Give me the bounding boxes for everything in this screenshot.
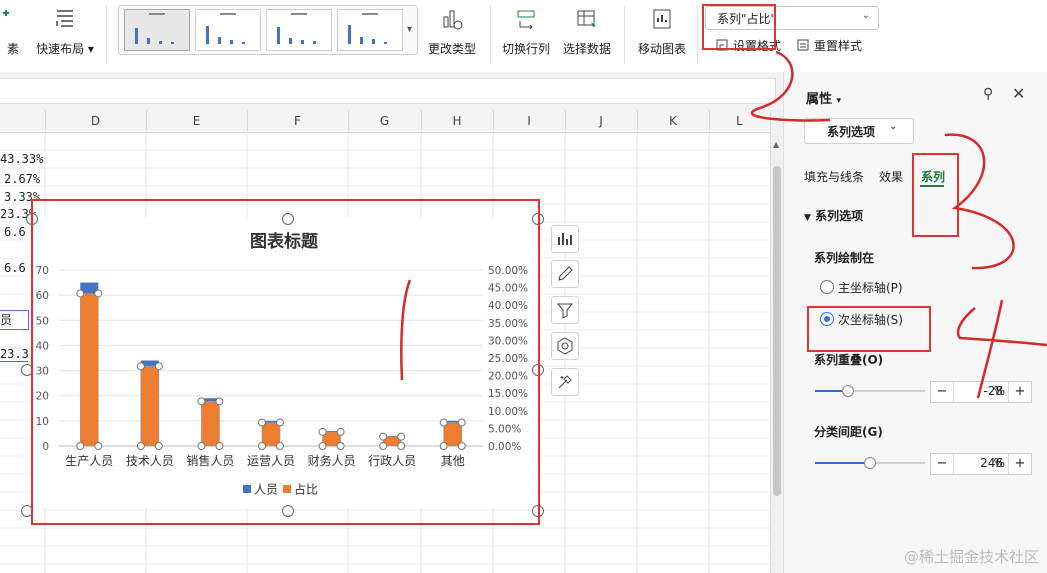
- select-data-icon: [577, 10, 596, 27]
- quick-layout-label: 快速布局 ▾: [36, 42, 94, 56]
- overlap-label: 系列重叠(O): [814, 353, 884, 367]
- scroll-up-icon[interactable]: ▲: [773, 140, 779, 149]
- chart-style-button[interactable]: [551, 260, 579, 288]
- ribbon-toolbar: 素 快速布局 ▾ ▾ 更改类型 切换行列 选择数据 移动图表 系列"占比" ⌄ …: [0, 0, 1047, 73]
- switch-row-col-button[interactable]: 切换行列: [500, 4, 552, 66]
- reset-style-icon: [797, 39, 809, 51]
- chart-style-thumb[interactable]: [195, 9, 261, 51]
- cell-value[interactable]: 6.6: [4, 261, 26, 275]
- chevron-down-icon: ⌄: [889, 121, 898, 132]
- chart-style-icon: [558, 266, 573, 281]
- gap-width-label: 分类间距(G): [814, 425, 883, 439]
- column-header-f[interactable]: F: [247, 110, 349, 132]
- column-header-g[interactable]: G: [348, 110, 422, 132]
- formula-input[interactable]: [0, 78, 776, 104]
- change-chart-type-icon: [443, 10, 463, 30]
- decrement-button[interactable]: −: [931, 382, 954, 402]
- chart-style-gallery: ▾: [118, 5, 418, 55]
- tab-fill-line[interactable]: 填充与线条: [804, 168, 864, 185]
- chart-filter-button[interactable]: [551, 296, 579, 324]
- close-icon[interactable]: ✕: [1012, 84, 1025, 103]
- quick-tools-icon: [558, 375, 572, 389]
- column-header-i[interactable]: I: [493, 110, 566, 132]
- annotation-box-chart: [31, 199, 540, 525]
- column-header-j[interactable]: J: [565, 110, 638, 132]
- quick-layout-button[interactable]: 快速布局 ▾: [34, 4, 96, 66]
- chart-settings-icon: [557, 337, 573, 355]
- overlap-slider[interactable]: [815, 385, 925, 397]
- slider-knob[interactable]: [864, 457, 876, 469]
- watermark: @稀土掘金技术社区: [903, 548, 1039, 566]
- decrement-button[interactable]: −: [931, 454, 954, 474]
- cell-value[interactable]: 6.6: [4, 225, 26, 239]
- column-header-d[interactable]: D: [45, 110, 147, 132]
- collapse-triangle-icon: ▼: [804, 213, 811, 223]
- quick-layout-icon: [56, 10, 73, 27]
- select-data-label: 选择数据: [562, 42, 611, 56]
- scrollbar-thumb[interactable]: [773, 166, 781, 496]
- unit-label: %: [993, 456, 1005, 470]
- annotation-box-series-tab: [912, 153, 959, 237]
- chart-settings-button[interactable]: [551, 332, 579, 360]
- series-options-dropdown[interactable]: 系列选项 ⌄: [804, 118, 914, 144]
- series-options-dropdown-label: 系列选项: [827, 125, 876, 139]
- add-chart-element-button[interactable]: 素: [0, 4, 26, 66]
- annotation-box-series-select: [702, 4, 776, 50]
- overlap-stepper[interactable]: − -28 % +: [930, 381, 1032, 403]
- change-type-button[interactable]: 更改类型: [426, 4, 478, 66]
- series-options-section[interactable]: ▼ 系列选项: [804, 207, 863, 224]
- chart-element-icon: [3, 10, 9, 16]
- chart-style-thumb[interactable]: [124, 9, 190, 51]
- cell-value[interactable]: 23.3: [0, 347, 29, 362]
- increment-button[interactable]: +: [1008, 454, 1031, 474]
- gap-width-stepper[interactable]: − 246 % +: [930, 453, 1032, 475]
- column-header-row: D E F G H I J K L: [0, 110, 770, 133]
- increment-button[interactable]: +: [1008, 382, 1031, 402]
- annotation-box-secondary-axis: [807, 306, 931, 352]
- add-chart-element-label: 素: [6, 42, 19, 56]
- change-type-label: 更改类型: [427, 42, 476, 56]
- column-header-l[interactable]: L: [709, 110, 770, 132]
- reset-style-label: 重置样式: [814, 38, 863, 53]
- gap-width-slider[interactable]: [815, 457, 925, 469]
- cell-value[interactable]: 2.67%: [4, 172, 40, 186]
- switch-row-col-label: 切换行列: [501, 42, 550, 56]
- primary-axis-radio[interactable]: [820, 280, 834, 294]
- chevron-down-icon: ⌄: [861, 10, 870, 21]
- chevron-down-icon: ▾: [836, 96, 842, 106]
- select-data-button[interactable]: 选择数据: [561, 4, 613, 66]
- pin-icon[interactable]: ⚲: [983, 86, 993, 102]
- move-chart-label: 移动图表: [637, 42, 686, 56]
- column-header-e[interactable]: E: [146, 110, 248, 132]
- chart-elements-icon: [558, 233, 572, 245]
- chart-style-thumb[interactable]: [337, 9, 403, 51]
- chart-style-thumb[interactable]: [266, 9, 332, 51]
- formula-bar: [0, 72, 783, 111]
- cell-value[interactable]: 员: [0, 310, 29, 330]
- gallery-expand-icon[interactable]: ▾: [407, 24, 412, 35]
- chart-filter-icon: [556, 303, 574, 319]
- primary-axis-label[interactable]: 主坐标轴(P): [838, 279, 903, 296]
- plot-on-label: 系列绘制在: [814, 251, 875, 265]
- pane-title[interactable]: 属性 ▾: [806, 88, 841, 107]
- column-header[interactable]: [0, 110, 46, 132]
- column-header-h[interactable]: H: [421, 110, 494, 132]
- slider-knob[interactable]: [842, 385, 854, 397]
- column-header-k[interactable]: K: [637, 110, 710, 132]
- unit-label: %: [993, 384, 1005, 398]
- switch-row-col-icon: [517, 10, 535, 30]
- cell-value[interactable]: 43.33%: [0, 152, 43, 166]
- tab-effects[interactable]: 效果: [879, 168, 903, 185]
- move-chart-button[interactable]: 移动图表: [636, 4, 688, 66]
- vertical-scrollbar[interactable]: ▲: [770, 110, 784, 573]
- move-chart-icon: [653, 9, 671, 29]
- quick-tools-button[interactable]: [551, 368, 579, 396]
- chart-elements-button[interactable]: [551, 225, 579, 253]
- reset-style-button[interactable]: 重置样式: [796, 36, 862, 54]
